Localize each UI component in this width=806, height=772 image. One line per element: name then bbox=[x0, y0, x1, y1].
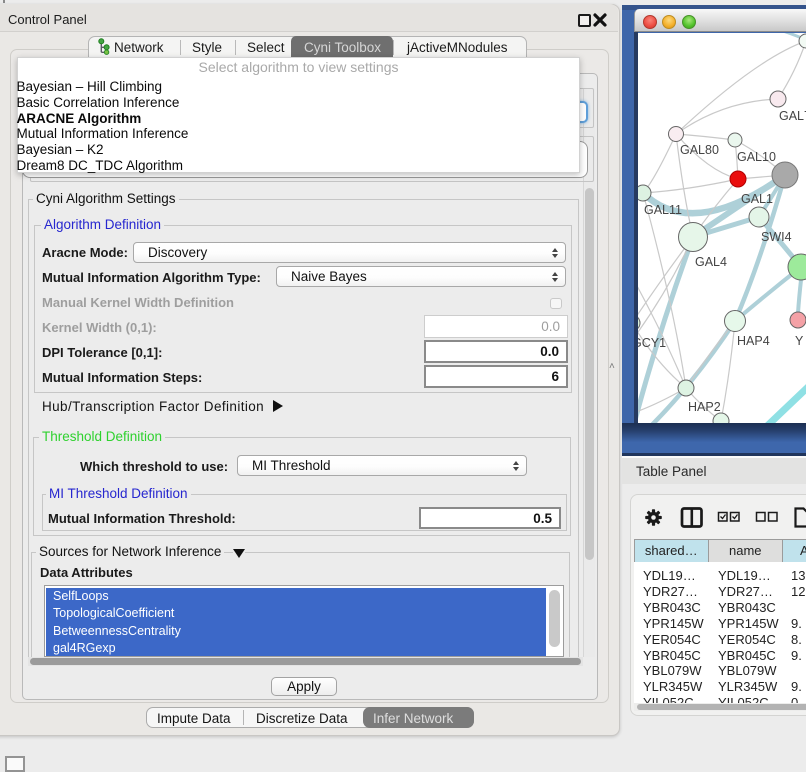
svg-text:GAL11: GAL11 bbox=[644, 203, 682, 217]
svg-text:HAP4: HAP4 bbox=[737, 334, 770, 348]
svg-text:GCY1: GCY1 bbox=[638, 336, 666, 350]
svg-text:GAL10: GAL10 bbox=[737, 150, 776, 164]
svg-text:SWI4: SWI4 bbox=[761, 230, 792, 244]
svg-text:Y: Y bbox=[795, 334, 804, 348]
svg-text:GAL4: GAL4 bbox=[695, 255, 727, 269]
svg-text:HAP2: HAP2 bbox=[688, 400, 721, 414]
svg-text:GAL7: GAL7 bbox=[779, 109, 806, 123]
svg-text:GAL80: GAL80 bbox=[680, 143, 719, 157]
svg-text:GAL1: GAL1 bbox=[741, 192, 773, 206]
